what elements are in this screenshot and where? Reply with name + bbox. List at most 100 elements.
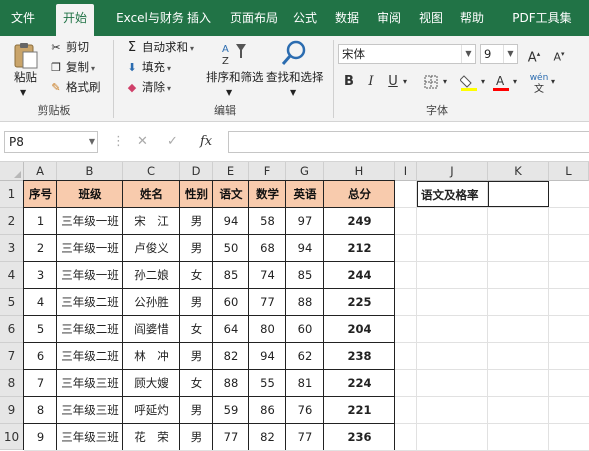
cell-a4[interactable]: 3	[24, 262, 57, 289]
cell-h5[interactable]: 225	[324, 289, 395, 316]
cell-h3[interactable]: 212	[324, 235, 395, 262]
decrease-font-icon[interactable]: A▾	[548, 44, 570, 64]
row-header-10[interactable]: 10	[0, 424, 24, 450]
cell-b6[interactable]: 三年级二班	[57, 316, 123, 343]
cell-c10[interactable]: 花 荣	[123, 424, 180, 450]
cell-g5[interactable]: 88	[286, 289, 324, 316]
cell-a9[interactable]: 8	[24, 397, 57, 424]
sort-filter-button[interactable]: 排序和筛选	[206, 68, 264, 86]
cell-h1[interactable]: 总分	[324, 181, 395, 208]
paste-icon[interactable]	[10, 40, 40, 70]
cell-h2[interactable]: 249	[324, 208, 395, 235]
tab-file[interactable]: 文件	[6, 0, 40, 36]
name-box[interactable]: P8 ▼	[4, 131, 98, 153]
cell-a3[interactable]: 2	[24, 235, 57, 262]
cell-j1[interactable]: 语文及格率	[417, 181, 488, 207]
cell-g3[interactable]: 94	[286, 235, 324, 262]
cell-e5[interactable]: 60	[213, 289, 249, 316]
fill-button[interactable]: ⬇ 填充 ▾	[125, 58, 171, 76]
cell-h10[interactable]: 236	[324, 424, 395, 450]
row-header-9[interactable]: 9	[0, 397, 24, 424]
cell-f3[interactable]: 68	[249, 235, 286, 262]
font-name-select[interactable]: 宋体 ▼	[338, 44, 476, 64]
cell-f9[interactable]: 86	[249, 397, 286, 424]
cell-g1[interactable]: 英语	[286, 181, 324, 208]
copy-button[interactable]: ❐ 复制 ▾	[49, 58, 95, 76]
cut-button[interactable]: ✂ 剪切	[49, 38, 89, 56]
sort-filter-dropdown-icon[interactable]: ▼	[226, 84, 232, 102]
column-header-a[interactable]: A	[24, 162, 57, 181]
column-header-j[interactable]: J	[417, 162, 488, 181]
cell-b3[interactable]: 三年级一班	[57, 235, 123, 262]
cell-c9[interactable]: 呼延灼	[123, 397, 180, 424]
cell-b5[interactable]: 三年级二班	[57, 289, 123, 316]
column-header-b[interactable]: B	[57, 162, 123, 181]
cell-d4[interactable]: 女	[180, 262, 213, 289]
cell-e6[interactable]: 64	[213, 316, 249, 343]
cell-d8[interactable]: 女	[180, 370, 213, 397]
cell-f7[interactable]: 94	[249, 343, 286, 370]
cell-b1[interactable]: 班级	[57, 181, 123, 208]
phonetic-dropdown-icon[interactable]: ▾	[548, 72, 558, 92]
row-header-8[interactable]: 8	[0, 370, 24, 397]
tab-help[interactable]: 帮助	[456, 0, 488, 36]
row-header-1[interactable]: 1	[0, 181, 24, 208]
cell-g2[interactable]: 97	[286, 208, 324, 235]
cell-e7[interactable]: 82	[213, 343, 249, 370]
cell-c7[interactable]: 林 冲	[123, 343, 180, 370]
cell-c1[interactable]: 姓名	[123, 181, 180, 208]
cell-b4[interactable]: 三年级一班	[57, 262, 123, 289]
cell-d7[interactable]: 男	[180, 343, 213, 370]
cell-g8[interactable]: 81	[286, 370, 324, 397]
tab-data[interactable]: 数据	[331, 0, 363, 36]
cell-d5[interactable]: 男	[180, 289, 213, 316]
cell-d9[interactable]: 男	[180, 397, 213, 424]
cell-g7[interactable]: 62	[286, 343, 324, 370]
cell-c3[interactable]: 卢俊义	[123, 235, 180, 262]
cell-a5[interactable]: 4	[24, 289, 57, 316]
fill-color-icon[interactable]	[458, 72, 480, 92]
fill-color-dropdown-icon[interactable]: ▾	[478, 72, 488, 92]
cell-f1[interactable]: 数学	[249, 181, 286, 208]
cell-e2[interactable]: 94	[213, 208, 249, 235]
cell-a2[interactable]: 1	[24, 208, 57, 235]
cell-b8[interactable]: 三年级三班	[57, 370, 123, 397]
formula-input[interactable]	[228, 131, 589, 153]
cell-c6[interactable]: 阎婆惜	[123, 316, 180, 343]
cell-e3[interactable]: 50	[213, 235, 249, 262]
tab-home[interactable]: 开始	[56, 4, 94, 36]
cell-e8[interactable]: 88	[213, 370, 249, 397]
row-header-2[interactable]: 2	[0, 208, 24, 235]
borders-dropdown-icon[interactable]: ▾	[440, 72, 450, 92]
font-color-icon[interactable]: A	[490, 72, 512, 92]
bold-button[interactable]: B	[338, 72, 360, 92]
autosum-button[interactable]: Σ 自动求和 ▾	[125, 38, 194, 56]
underline-dropdown-icon[interactable]: ▾	[400, 72, 410, 92]
font-color-dropdown-icon[interactable]: ▾	[510, 72, 520, 92]
cell-a10[interactable]: 9	[24, 424, 57, 450]
cell-f2[interactable]: 58	[249, 208, 286, 235]
cell-d1[interactable]: 性别	[180, 181, 213, 208]
cell-c2[interactable]: 宋 江	[123, 208, 180, 235]
cell-f4[interactable]: 74	[249, 262, 286, 289]
cell-d3[interactable]: 男	[180, 235, 213, 262]
cell-d6[interactable]: 女	[180, 316, 213, 343]
tab-pdf-tools[interactable]: PDF工具集	[500, 0, 584, 36]
cell-c8[interactable]: 顾大嫂	[123, 370, 180, 397]
cell-h8[interactable]: 224	[324, 370, 395, 397]
cell-h9[interactable]: 221	[324, 397, 395, 424]
column-header-d[interactable]: D	[180, 162, 213, 181]
tab-review[interactable]: 审阅	[373, 0, 405, 36]
row-header-4[interactable]: 4	[0, 262, 24, 289]
tab-view[interactable]: 视图	[415, 0, 447, 36]
cell-g10[interactable]: 77	[286, 424, 324, 450]
column-header-k[interactable]: K	[488, 162, 549, 181]
sort-filter-icon[interactable]: A Z	[220, 40, 250, 68]
tab-insert[interactable]: 插入	[182, 0, 216, 36]
cell-f10[interactable]: 82	[249, 424, 286, 450]
cell-f8[interactable]: 55	[249, 370, 286, 397]
column-header-g[interactable]: G	[286, 162, 324, 181]
enter-icon[interactable]: ✓	[167, 131, 178, 153]
cell-k1[interactable]	[488, 181, 549, 207]
italic-button[interactable]: I	[360, 72, 382, 92]
